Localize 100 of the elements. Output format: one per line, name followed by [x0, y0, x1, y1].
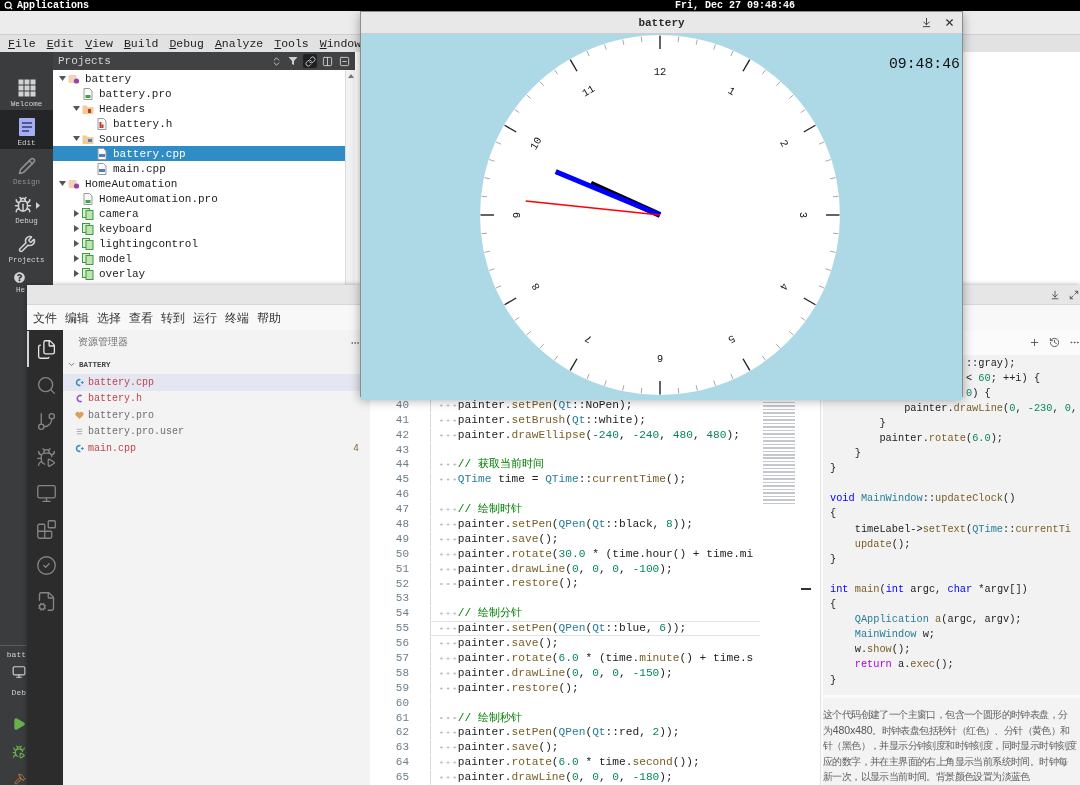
plus-icon[interactable]	[1029, 337, 1040, 348]
hammer-icon[interactable]	[14, 773, 26, 785]
diagonal-arrows-icon[interactable]	[1069, 289, 1079, 300]
code-line: {	[830, 507, 837, 520]
menu-item[interactable]: Edit	[46, 36, 75, 51]
kit-selector[interactable]: batt Deb	[6, 646, 26, 697]
tree-item[interactable]: Headers	[53, 101, 345, 116]
line-number: 52	[394, 576, 409, 592]
menu-item[interactable]: 编辑	[65, 309, 89, 326]
tick-mark	[604, 380, 607, 387]
scroll-up-icon[interactable]	[347, 74, 354, 78]
line-number: 55	[394, 621, 409, 637]
menu-item[interactable]: Tools	[274, 36, 309, 51]
menu-item[interactable]: Analyze	[214, 36, 264, 51]
tool-button[interactable]	[320, 54, 334, 68]
play-bug-icon	[35, 446, 57, 468]
tree-item[interactable]: camera	[53, 206, 345, 221]
tree-item[interactable]: battery.cpp	[53, 146, 345, 161]
code-line: QTime time = QTime::currentTime();	[457, 473, 687, 487]
play-bug-icon[interactable]	[12, 745, 26, 759]
caret-right-icon[interactable]	[73, 270, 79, 277]
scrollbar[interactable]	[345, 70, 355, 285]
code-line: {	[830, 598, 837, 611]
tree-item[interactable]: Sources	[53, 131, 345, 146]
arrow-down-to-line-icon[interactable]	[1050, 289, 1060, 300]
menu-item[interactable]: Build	[123, 36, 159, 51]
cpp-file-icon	[96, 162, 108, 175]
menu-item[interactable]: 终端	[225, 309, 249, 326]
stacked-pages-icon	[82, 222, 94, 235]
code-line: update();	[854, 537, 911, 550]
explorer-entry[interactable]: battery.cpp	[63, 374, 360, 391]
tree-item[interactable]: keyboard	[53, 221, 345, 236]
tick-mark	[622, 384, 625, 392]
code-line: painter.restore();	[457, 577, 579, 591]
tree-item[interactable]: model	[53, 251, 345, 266]
wrench-icon	[17, 235, 36, 253]
caret-down-icon[interactable]	[72, 136, 80, 141]
tick-mark	[713, 43, 716, 50]
caret-right-icon[interactable]	[73, 240, 79, 247]
explorer-entry[interactable]: main.cpp 4	[63, 440, 360, 457]
caret-down-icon[interactable]	[58, 76, 66, 81]
tick-mark	[695, 38, 698, 46]
document-icon	[82, 192, 94, 205]
menu-item[interactable]: Debug	[169, 36, 204, 51]
explorer-entry[interactable]: battery.h	[63, 390, 360, 407]
tick-mark	[695, 384, 698, 392]
check-circle-icon	[35, 554, 57, 576]
close-icon[interactable]	[944, 17, 955, 28]
code-line: }	[830, 552, 837, 565]
tick-mark	[539, 343, 545, 349]
code-line: painter.drawLine(0, 0, 0, -150);	[457, 666, 673, 680]
tick-mark	[526, 330, 532, 336]
line-number: 56	[394, 636, 409, 651]
menu-item[interactable]: 帮助	[257, 309, 281, 326]
caret-right-icon[interactable]	[73, 210, 79, 217]
tree-item[interactable]: lightingcontrol	[53, 236, 345, 251]
tool-button[interactable]	[286, 54, 300, 68]
line-number: 65	[394, 770, 409, 785]
caret-down-icon[interactable]	[58, 181, 66, 186]
line-number: 61	[394, 710, 409, 726]
tree-item[interactable]: HomeAutomation	[53, 176, 345, 191]
menu-item[interactable]: 运行	[193, 309, 217, 326]
tree-item[interactable]: battery.pro	[53, 86, 345, 101]
tick-mark	[659, 380, 661, 396]
code-line: painter.setPen(QPen(Qt::blue, 6));	[457, 622, 687, 636]
history-icon[interactable]	[1049, 337, 1060, 348]
applications-menu[interactable]: Applications	[4, 0, 89, 11]
tree-item[interactable]: main.cpp	[53, 161, 345, 176]
menu-item[interactable]: 文件	[33, 309, 57, 326]
tool-button[interactable]	[303, 54, 317, 68]
tool-button[interactable]	[337, 54, 351, 68]
code-line: // 获取当前时间	[457, 458, 544, 472]
search-icon	[4, 1, 13, 10]
line-number: 43	[394, 442, 409, 458]
project-icon	[68, 72, 80, 85]
menu-item[interactable]: 查看	[129, 309, 153, 326]
view-selector[interactable]: Projects	[58, 55, 111, 67]
menu-item[interactable]: View	[85, 36, 113, 51]
line-number: 62	[394, 725, 409, 741]
explorer-entry[interactable]: battery.pro.user	[63, 423, 360, 440]
caret-right-icon[interactable]	[73, 225, 79, 232]
explorer-entry[interactable]: battery.pro	[63, 407, 360, 424]
menu-item[interactable]: Window	[319, 36, 362, 51]
tree-item[interactable]: HomeAutomation.pro	[53, 191, 345, 206]
tree-item[interactable]: battery.h	[53, 116, 345, 131]
caret-right-icon[interactable]	[73, 255, 79, 262]
line-number: 63	[394, 740, 409, 756]
code-line: painter.drawLine(0, 0, 0, -180);	[457, 771, 673, 785]
tick-mark	[775, 343, 781, 349]
menu-item[interactable]: 选择	[97, 309, 121, 326]
tick-mark	[479, 214, 495, 216]
tree-item[interactable]: battery	[53, 71, 345, 86]
code-line: painter.rotate(6.0 * (time.minute() + time.s	[457, 651, 754, 665]
menu-item[interactable]: 转到	[161, 309, 185, 326]
caret-down-icon[interactable]	[72, 106, 80, 111]
menu-item[interactable]: File	[8, 36, 36, 51]
tick-mark	[503, 297, 517, 306]
arrow-down-to-line-icon[interactable]	[921, 17, 932, 28]
tree-item[interactable]: overlay	[53, 266, 345, 281]
play-icon[interactable]	[12, 717, 26, 731]
